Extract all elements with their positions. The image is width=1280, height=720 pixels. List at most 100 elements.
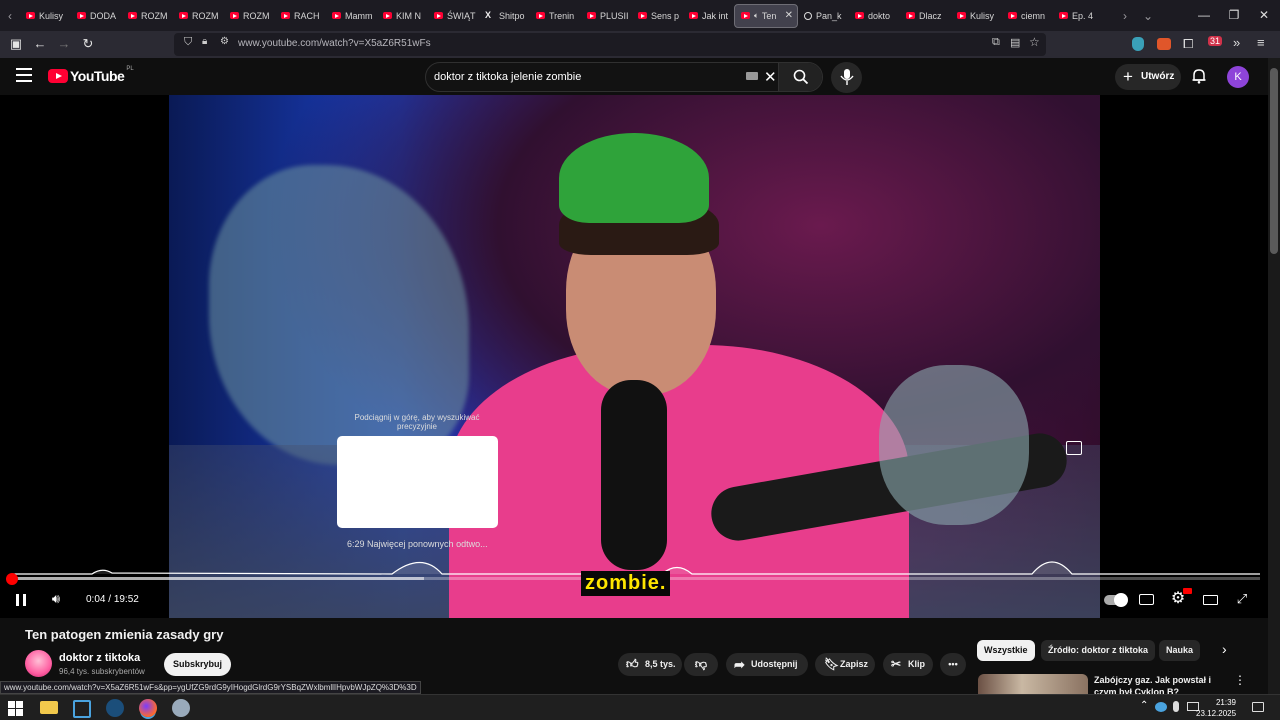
extension-badge-icon[interactable]: 31 [1208,36,1223,46]
reader-view-icon[interactable]: ▤ [1010,36,1020,49]
page-scrollbar[interactable] [1268,58,1280,694]
app-menu-icon[interactable]: ≡ [1257,35,1265,50]
channel-avatar[interactable] [25,650,52,677]
app-icon[interactable] [172,699,190,717]
chip-source[interactable]: Źródło: doktor z tiktoka [1041,640,1155,661]
dislike-button[interactable]: 👎︎ [684,653,718,676]
browser-tab[interactable]: Ep. 4 [1053,4,1104,28]
forward-icon[interactable]: → [54,35,74,55]
subtitles-button[interactable] [1134,588,1158,610]
video-frame[interactable] [169,95,1100,618]
tab-close-icon[interactable]: ✕ [785,10,793,21]
browser-tab[interactable]: DODA [71,4,122,28]
bookmark-star-icon[interactable]: ☆ [1029,35,1040,49]
progress-scrubber[interactable] [6,573,18,585]
scrollbar-thumb[interactable] [1270,68,1278,254]
tray-network-app-icon[interactable] [1155,702,1167,712]
like-count: 8,5 tys. [645,659,676,669]
extension-fox-icon[interactable] [1157,38,1171,50]
close-window-icon[interactable]: ✕ [1248,0,1280,31]
guide-menu-icon[interactable] [16,68,32,82]
tab-scroll-right-icon[interactable]: › [1115,9,1135,23]
file-explorer-icon[interactable] [40,701,58,714]
voice-search-button[interactable] [831,62,862,93]
video-player[interactable]: Podciągnij w górę, aby wyszukiwać precyz… [0,95,1268,618]
save-button[interactable]: 🔖︎ Zapisz [815,653,875,676]
account-avatar[interactable]: K [1227,66,1249,88]
theater-mode-button[interactable] [1198,588,1222,610]
related-video-menu-icon[interactable]: ⋮ [1234,673,1246,687]
back-icon[interactable]: ← [30,35,50,55]
browser-tab[interactable]: KIM N [377,4,428,28]
browser-tab[interactable]: ŚWIĄT [428,4,479,28]
extension-shield-icon[interactable] [1132,37,1144,51]
reload-icon[interactable]: ↻ [78,35,98,55]
search-button[interactable] [778,63,822,91]
tab-list-chevron-icon[interactable]: ⌄ [1138,9,1158,23]
browser-tab[interactable]: Kulisy [20,4,71,28]
youtube-logo[interactable]: YouTube PL [48,66,134,84]
fullscreen-exit-hint-icon[interactable] [1066,441,1082,455]
tab-label: Ep. 4 [1072,10,1094,21]
browser-tab[interactable]: Trenin [530,4,581,28]
create-button[interactable]: + Utwórz [1115,64,1181,90]
tray-chevron-icon[interactable]: ⌃ [1140,700,1148,711]
remote-desktop-icon[interactable] [73,700,91,718]
browser-tab[interactable]: dokto [849,4,900,28]
overflow-chevrons-icon[interactable]: » [1233,35,1240,50]
browser-tab[interactable]: PLUSII [581,4,632,28]
sidebar-toggle-icon[interactable]: ▣ [6,35,26,55]
clip-button[interactable]: ✂ Klip [883,653,933,676]
browser-tab[interactable]: Shitpo [479,4,530,28]
related-video-thumbnail[interactable] [978,674,1088,694]
more-actions-button[interactable]: ••• [940,653,966,676]
extensions-puzzle-icon[interactable]: ⧠ [1183,36,1193,52]
shield-icon[interactable]: ⛉ [184,36,192,49]
lock-icon[interactable]: 🔒︎ [202,36,207,47]
subscribe-button[interactable]: Subskrybuj [164,653,231,676]
browser-tab[interactable]: ciemn [1002,4,1053,28]
browser-tab[interactable]: Mamm [326,4,377,28]
browser-tab[interactable]: Sens p [632,4,683,28]
browser-tab[interactable]: Kulisy [951,4,1002,28]
windows-start-icon[interactable] [8,701,23,716]
keyboard-icon[interactable] [746,72,758,80]
pause-button[interactable] [9,588,33,610]
fullscreen-button[interactable]: ⤢ [1230,588,1254,610]
browser-tab[interactable]: ROZM [173,4,224,28]
volume-button[interactable]: 🔊︎ [44,588,68,610]
system-clock[interactable]: 21:39 23.12.2025 [1196,697,1236,719]
share-button[interactable]: ➦ Udostępnij [726,653,808,676]
search-icon [793,69,809,85]
clear-search-icon[interactable]: ✕ [764,68,777,86]
like-button[interactable]: 👍︎ 8,5 tys. [618,653,682,676]
search-input[interactable]: doktor z tiktoka jelenie zombie [434,71,581,83]
restore-icon[interactable]: ❐ [1218,0,1250,31]
browser-tab-active[interactable]: 🔈︎ Ten ✕ [734,3,798,28]
tray-microphone-icon[interactable] [1173,701,1179,712]
browser-tab[interactable]: ROZM [122,4,173,28]
autoplay-toggle[interactable] [1102,588,1128,610]
address-bar[interactable]: ⛉ 🔒︎ ⚙ www.youtube.com/watch?v=X5aZ6R51w… [174,33,1046,56]
related-video-title[interactable]: Zabójczy gaz. Jak powstał i czym był Cyk… [1094,674,1214,694]
chips-next-icon[interactable]: › [1222,641,1227,657]
tab-audio-icon[interactable]: 🔈︎ [754,11,759,21]
chip-all[interactable]: Wszystkie [977,640,1035,661]
firefox-icon[interactable] [139,699,157,717]
minimize-icon[interactable]: — [1188,0,1220,31]
browser-tab[interactable]: RACH [275,4,326,28]
browser-tab[interactable]: ROZM [224,4,275,28]
permissions-icon[interactable]: ⚙ [220,36,229,47]
pip-icon[interactable]: ⧉ [992,36,1000,49]
browser-tab[interactable]: Dlacz [900,4,951,28]
settings-button[interactable]: ⚙ [1166,588,1192,610]
tab-scroll-left-icon[interactable]: ‹ [0,9,20,23]
steam-icon[interactable] [106,699,124,717]
notifications-bell-icon[interactable] [1191,68,1207,84]
browser-tab[interactable]: Jak int [683,4,734,28]
search-box[interactable]: doktor z tiktoka jelenie zombie ✕ [425,62,823,92]
chip-science[interactable]: Nauka [1159,640,1201,661]
browser-tab[interactable]: Pan_k [798,4,849,28]
channel-name[interactable]: doktor z tiktoka [59,652,140,664]
notification-center-icon[interactable] [1252,702,1264,712]
